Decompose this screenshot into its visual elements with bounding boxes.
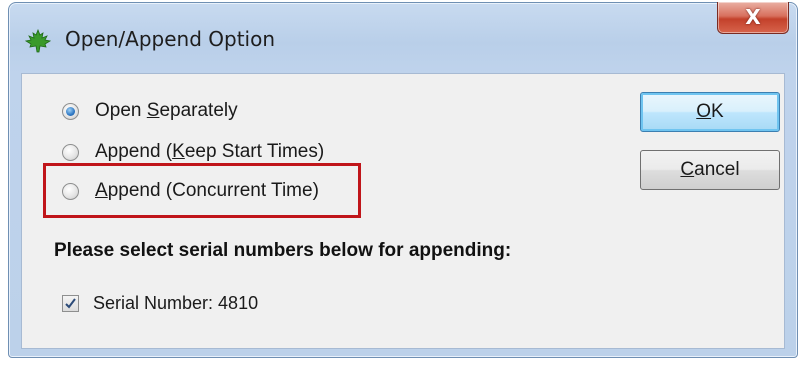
dialog-window: Open/Append Option X Open Separately App… bbox=[8, 2, 798, 358]
close-icon: X bbox=[745, 5, 761, 29]
radio-open-separately[interactable] bbox=[62, 102, 79, 120]
option-label: Append (Keep Start Times) bbox=[95, 141, 325, 162]
serial-label: Serial Number: 4810 bbox=[93, 292, 259, 313]
option-open-separately[interactable]: Open Separately bbox=[62, 96, 238, 126]
title-bar[interactable]: Open/Append Option X bbox=[9, 2, 797, 73]
checkmark-icon bbox=[65, 297, 76, 309]
radio-append-keep-start-times[interactable] bbox=[62, 143, 79, 161]
window-title: Open/Append Option bbox=[65, 27, 276, 51]
serials-heading: Please select serial numbers below for a… bbox=[54, 240, 512, 261]
dialog-body: Open Separately Append (Keep Start Times… bbox=[21, 73, 785, 349]
cancel-button[interactable]: Cancel bbox=[640, 150, 780, 190]
serial-item[interactable]: Serial Number: 4810 bbox=[62, 288, 258, 318]
highlight-annotation bbox=[43, 163, 361, 218]
serial-checkbox[interactable] bbox=[62, 294, 79, 312]
maple-leaf-icon bbox=[25, 29, 51, 53]
ok-button[interactable]: OK bbox=[640, 92, 780, 132]
close-button[interactable]: X bbox=[717, 2, 789, 34]
option-label: Open Separately bbox=[95, 100, 238, 121]
